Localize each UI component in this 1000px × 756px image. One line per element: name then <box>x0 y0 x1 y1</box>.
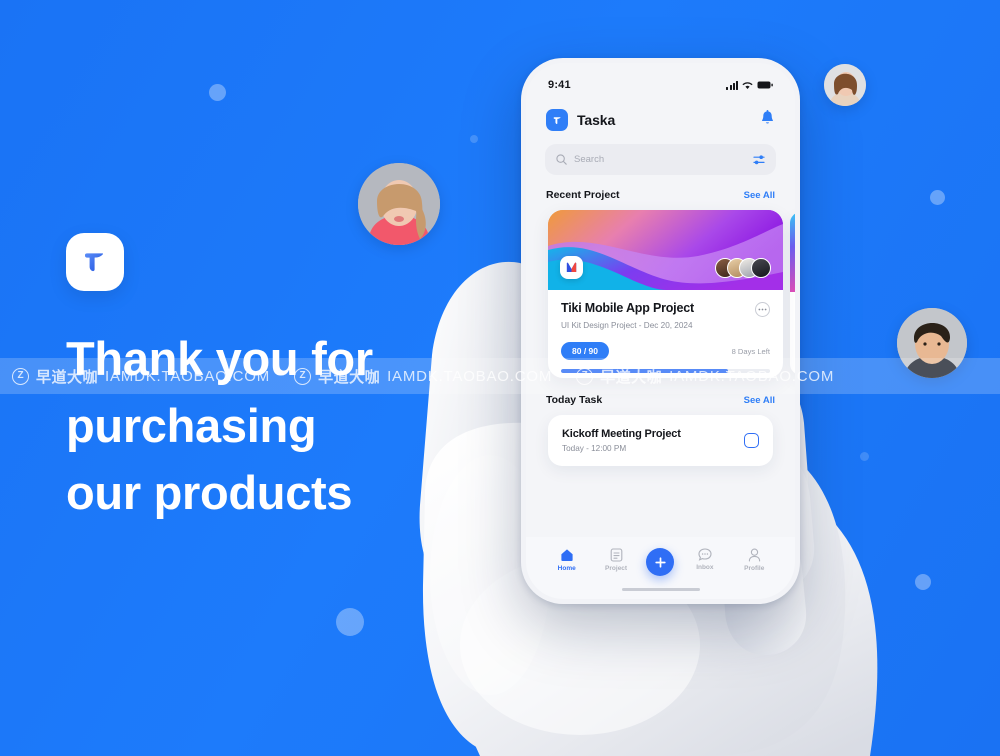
project-subtitle: UI Kit Design Project - Dec 20, 2024 <box>561 321 693 330</box>
avatar-bubble-man-right <box>897 308 967 378</box>
project-card-body: Tiki Mobile App Project UI Kit Design Pr… <box>548 290 783 373</box>
battery-full-icon <box>757 81 773 89</box>
task-text-block: Kickoff Meeting Project Today - 12:00 PM <box>562 428 681 453</box>
chat-bubble-icon <box>698 548 712 561</box>
bottom-tab-bar: Home Project Inbox Profile <box>526 537 795 599</box>
taska-t-logo-icon <box>85 253 104 272</box>
phone-mockup: 9:41 Taska Search Recent Project See All… <box>521 58 800 604</box>
project-members-avatars[interactable] <box>715 258 771 278</box>
more-options-icon[interactable] <box>755 302 770 317</box>
person-icon <box>748 548 760 562</box>
headline-line-2: purchasing <box>66 399 317 452</box>
project-meta-row: 80 / 90 8 Days Left <box>561 342 770 360</box>
filter-sliders-icon[interactable] <box>753 154 765 166</box>
tab-project[interactable]: Project <box>597 548 635 572</box>
avatar-bubble-woman-left <box>358 163 440 245</box>
decor-dot <box>930 190 945 205</box>
brand-logo-badge <box>66 233 124 291</box>
task-subtitle: Today - 12:00 PM <box>562 444 627 453</box>
search-input[interactable]: Search <box>545 144 776 175</box>
member-avatar <box>751 258 771 278</box>
see-all-recent-link[interactable]: See All <box>744 190 775 201</box>
status-bar: 9:41 <box>526 63 795 95</box>
cellular-signal-icon <box>726 80 738 90</box>
tab-home[interactable]: Home <box>548 548 586 572</box>
progress-bar-fill <box>561 369 729 373</box>
tab-label: Project <box>605 565 628 572</box>
recent-project-section-header: Recent Project See All <box>526 189 795 201</box>
task-title: Kickoff Meeting Project <box>562 428 681 440</box>
avatar-photo <box>358 163 440 245</box>
checkbox-unchecked-icon[interactable] <box>744 433 759 448</box>
add-task-button[interactable] <box>646 548 675 576</box>
m-logo-icon <box>560 256 583 279</box>
see-all-today-link[interactable]: See All <box>744 395 775 406</box>
search-icon <box>556 154 567 165</box>
bell-icon[interactable] <box>760 109 775 131</box>
hero-gradient-waves <box>548 210 783 290</box>
project-card-title-row: Tiki Mobile App Project <box>561 301 770 317</box>
taska-app-logo-icon <box>546 109 568 131</box>
headline-line-1: Thank you for <box>66 332 373 385</box>
project-card-hero <box>548 210 783 290</box>
status-icons <box>726 80 773 90</box>
page-headline: Thank you for purchasing our products <box>66 325 486 526</box>
wifi-icon <box>742 81 753 89</box>
project-card[interactable]: Tiki Mobile App Project UI Kit Design Pr… <box>548 210 783 378</box>
task-card[interactable]: Kickoff Meeting Project Today - 12:00 PM <box>548 415 773 466</box>
tab-profile[interactable]: Profile <box>735 548 773 572</box>
progress-bar-track <box>561 369 770 373</box>
project-card-next-peek[interactable] <box>790 212 795 375</box>
project-title: Tiki Mobile App Project <box>561 301 694 315</box>
app-header: Taska <box>526 95 795 131</box>
decor-dot <box>915 574 931 590</box>
document-icon <box>610 548 622 562</box>
decor-dot <box>209 84 226 101</box>
tab-label: Home <box>557 565 576 572</box>
plus-icon <box>655 556 666 568</box>
days-left-label: 8 Days Left <box>731 346 770 356</box>
tab-label: Inbox <box>696 564 714 571</box>
tab-inbox[interactable]: Inbox <box>686 548 724 571</box>
decor-dot <box>470 135 478 143</box>
project-card-carousel: Tiki Mobile App Project UI Kit Design Pr… <box>526 210 795 380</box>
app-title: Taska <box>577 112 616 128</box>
search-placeholder: Search <box>574 154 605 165</box>
today-task-section-header: Today Task See All <box>526 394 795 406</box>
section-title: Today Task <box>546 394 603 406</box>
avatar-bubble-woman-top-right <box>824 64 866 106</box>
task-count-badge: 80 / 90 <box>561 342 609 360</box>
headline-line-3: our products <box>66 466 353 519</box>
tab-label: Profile <box>744 565 765 572</box>
phone-screen: 9:41 Taska Search Recent Project See All… <box>526 63 795 599</box>
status-clock: 9:41 <box>548 79 571 91</box>
project-card-hero-peek <box>790 212 795 292</box>
section-title: Recent Project <box>546 189 620 201</box>
avatar-photo <box>897 308 967 378</box>
home-icon <box>561 549 573 561</box>
avatar-photo <box>824 64 866 106</box>
home-indicator <box>621 587 700 591</box>
